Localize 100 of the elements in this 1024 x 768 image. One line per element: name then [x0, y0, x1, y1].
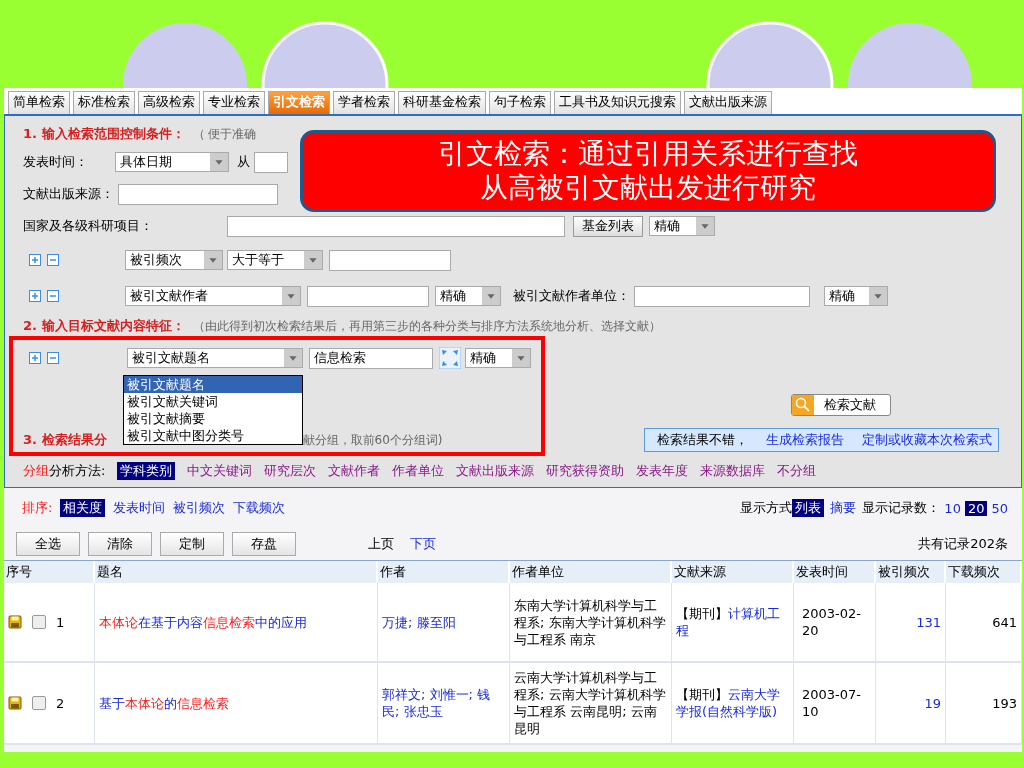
count-label: 显示记录数： [862, 499, 941, 517]
checkbox[interactable] [32, 615, 46, 629]
sort-link[interactable]: 发表时间 [113, 499, 166, 517]
sort-label: 排序: [22, 499, 53, 517]
expand-icon[interactable] [439, 347, 461, 369]
checkbox[interactable] [32, 696, 46, 710]
grouping-link[interactable]: 文献作者 [328, 462, 381, 480]
project-field[interactable] [227, 215, 565, 237]
report-link[interactable]: 生成检索报告 [766, 431, 844, 449]
source-link[interactable]: 【期刊】计算机工程 [676, 605, 789, 639]
action-button[interactable]: 定制 [160, 532, 224, 556]
citation-count-link[interactable]: 131 [916, 613, 941, 631]
action-button[interactable]: 清除 [88, 532, 152, 556]
caret-icon [282, 287, 300, 305]
report-link[interactable]: 定制或收藏本次检索式 [862, 431, 992, 449]
grouping-link[interactable]: 研究层次 [264, 462, 317, 480]
search-tab[interactable]: 学者检索 [333, 91, 395, 114]
count-link[interactable]: 10 [944, 500, 961, 516]
column-header: 作者 [378, 561, 510, 583]
keyword-field[interactable]: 信息检索 [309, 347, 433, 369]
source-link[interactable]: 【期刊】云南大学学报(自然科学版) [676, 686, 789, 720]
dropdown-option[interactable]: 被引文献题名 [124, 376, 302, 393]
search-tab[interactable]: 科研基金检索 [398, 91, 486, 114]
sort-link[interactable]: 相关度 [60, 499, 106, 517]
count-link[interactable]: 20 [964, 500, 988, 516]
add-icon[interactable] [29, 352, 41, 364]
display-label: 显示方式 [740, 499, 793, 517]
grouping-link[interactable]: 中文关键词 [187, 462, 253, 480]
row-number: 1 [56, 613, 65, 631]
grouping-link[interactable]: 学科类别 [117, 462, 176, 480]
field-label: 发表时间： [23, 153, 89, 171]
fund-list-button[interactable]: 基金列表 [573, 215, 643, 237]
search-tab[interactable]: 高级检索 [138, 91, 200, 114]
dropdown-option[interactable]: 被引文献关键词 [124, 393, 302, 410]
section-note: 献分组，取前60个分组词) [302, 431, 443, 449]
field-select[interactable]: 被引文献作者 [125, 286, 301, 306]
remove-icon[interactable] [47, 254, 59, 266]
author-link[interactable]: 郭祥文; 刘惟一; 钱民; 张忠玉 [382, 686, 505, 720]
search-tab[interactable]: 句子检索 [489, 91, 551, 114]
dropdown-option[interactable]: 被引文献中图分类号 [124, 427, 302, 444]
grouping-link[interactable]: 作者单位 [392, 462, 445, 480]
title-link[interactable]: 本体论在基于内容信息检索中的应用 [99, 613, 307, 631]
table-cell-text: 2003-07-10 [802, 686, 862, 720]
search-tab[interactable]: 简单检索 [8, 91, 70, 114]
match-select[interactable]: 精确 [435, 286, 501, 306]
field-select[interactable]: 被引频次 [125, 250, 223, 270]
title-link[interactable]: 基于本体论的信息检索 [99, 694, 229, 712]
display-mode-link[interactable]: 列表 [792, 499, 825, 517]
add-icon[interactable] [29, 254, 41, 266]
grouping-label: 分组分析方法: [23, 462, 106, 480]
caret-icon [482, 287, 500, 305]
column-header: 被引频次 [876, 561, 946, 583]
search-tab[interactable]: 专业检索 [203, 91, 265, 114]
record-count: 共有记录202条 [918, 535, 1008, 553]
pager-link[interactable]: 下页 [410, 535, 436, 553]
caret-icon [869, 287, 887, 305]
match-select[interactable]: 精确 [465, 348, 531, 368]
dropdown-option[interactable]: 被引文献摘要 [124, 410, 302, 427]
match-select[interactable]: 精确 [649, 216, 715, 236]
column-header: 序号 [4, 561, 95, 583]
author-field[interactable] [307, 285, 429, 307]
search-icon [792, 395, 814, 415]
grouping-link[interactable]: 来源数据库 [700, 462, 766, 480]
grouping-link[interactable]: 不分组 [777, 462, 817, 480]
search-tab[interactable]: 工具书及知识元搜索 [554, 91, 681, 114]
operator-select[interactable]: 大于等于 [227, 250, 323, 270]
caret-icon [284, 349, 302, 367]
add-icon[interactable] [29, 290, 41, 302]
remove-icon[interactable] [47, 352, 59, 364]
caret-icon [696, 217, 714, 235]
grouping-link[interactable]: 研究获得资助 [546, 462, 625, 480]
date-field[interactable] [254, 151, 288, 173]
section-note: （由此得到初次检索结果后，再用第三步的各种分类与排序方法系统地分析、选择文献） [192, 317, 661, 335]
date-select[interactable]: 具体日期 [115, 152, 229, 172]
search-tab[interactable]: 标准检索 [73, 91, 135, 114]
citation-field[interactable] [329, 249, 451, 271]
remove-icon[interactable] [47, 290, 59, 302]
search-button[interactable]: 检索文献 [791, 394, 891, 416]
section-title: 3. 检索结果分 [23, 431, 107, 449]
field-label: 国家及各级科研项目： [23, 217, 154, 235]
sort-link[interactable]: 被引频次 [173, 499, 226, 517]
grouping-link[interactable]: 文献出版来源 [456, 462, 535, 480]
citation-count-link[interactable]: 19 [924, 694, 941, 712]
action-button[interactable]: 存盘 [232, 532, 296, 556]
callout-text: 从高被引文献出发进行研究 [480, 171, 816, 205]
action-button[interactable]: 全选 [16, 532, 80, 556]
display-mode-link[interactable]: 摘要 [830, 499, 857, 517]
author-link[interactable]: 万捷; 滕至阳 [382, 613, 456, 631]
field-select[interactable]: 被引文献题名 [127, 348, 303, 368]
match-select[interactable]: 精确 [824, 286, 888, 306]
column-header: 下载频次 [946, 561, 1022, 583]
source-field[interactable] [118, 183, 278, 205]
table-cell: 193 [992, 694, 1017, 712]
search-tab[interactable]: 文献出版来源 [684, 91, 772, 114]
table-cell-text: 2003-02-20 [802, 605, 862, 639]
count-link[interactable]: 50 [991, 500, 1008, 516]
field-label: 从 [237, 153, 250, 171]
sort-link[interactable]: 下载频次 [233, 499, 286, 517]
affiliation-field[interactable] [634, 285, 810, 307]
grouping-link[interactable]: 发表年度 [636, 462, 689, 480]
